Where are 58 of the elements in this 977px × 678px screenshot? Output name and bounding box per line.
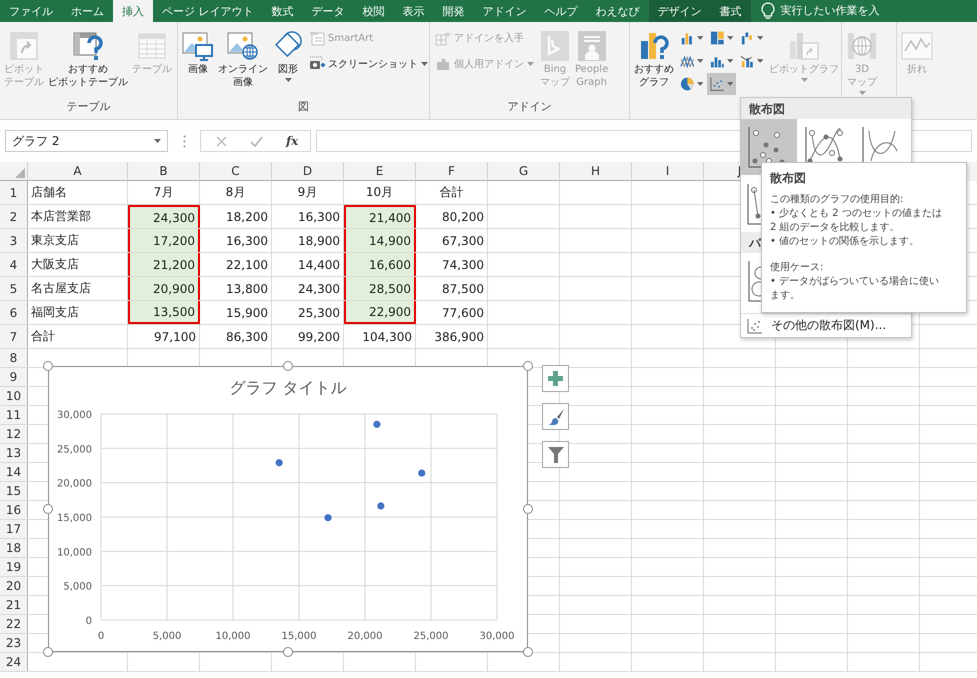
group-label: 図 [298,100,309,113]
table-cell: 74,300 [416,253,488,276]
table-cell: 80,200 [416,205,488,228]
axis-label: 15,000 [282,631,316,642]
table-cell: 10月 [344,181,416,204]
group-label: アドイン [508,100,552,113]
table-cell: 合計 [28,325,128,348]
table-cell: 17,200 [128,229,200,252]
table-cell: 21,200 [128,253,200,276]
axis-label: 0 [86,616,92,627]
table-cell: 18,200 [200,205,272,228]
table-cell: 67,300 [416,229,488,252]
table-cell: 8月 [200,181,272,204]
table-cell: 24,300 [128,205,200,228]
axis-label: 5,000 [152,631,182,642]
axis-label: 0 [98,631,104,642]
axis-label: 20,000 [348,631,382,642]
table-cell: 104,300 [344,325,416,348]
axis-label: 15,000 [57,513,92,524]
axis-label: 30,000 [57,410,92,421]
tooltip-text: • 少なくとも 2 つのセットの値または [770,207,943,221]
group-label: テーブル [66,100,110,113]
table-cell: 9月 [272,181,344,204]
axis-label: 25,000 [414,631,448,642]
menu-section-header: 散布図 [741,98,911,119]
table-cell: 15,900 [200,301,272,324]
table-cell: 合計 [416,181,488,204]
axis-label: 10,000 [216,631,250,642]
table-cell: 店舗名 [28,181,128,204]
chart-title: グラフ タイトル [229,378,347,397]
table-cell: 16,600 [344,253,416,276]
table-cell: 99,200 [272,325,344,348]
table-cell: 87,500 [416,277,488,300]
table-cell: 77,600 [416,301,488,324]
table-cell: 13,500 [128,301,200,324]
table-cell: 7月 [128,181,200,204]
table-cell: 28,500 [344,277,416,300]
axis-label: 30,000 [480,631,514,642]
table-cell: 13,800 [200,277,272,300]
table-cell: 97,100 [128,325,200,348]
tooltip-text: この種類のグラフの使用目的: [770,193,904,207]
axis-label: 10,000 [57,547,92,558]
tooltip-text: 使用ケース: [770,261,824,275]
table-cell: 21,400 [344,205,416,228]
table-cell: 20,900 [128,277,200,300]
tooltip-text: ます。 [770,289,801,303]
axis-label: 25,000 [57,444,92,456]
table-cell: 16,300 [200,229,272,252]
table-cell: 86,300 [200,325,272,348]
axis-label: 20,000 [57,478,92,490]
table-cell: 22,100 [200,253,272,276]
table-cell: 22,900 [344,301,416,324]
table-cell: 14,900 [344,229,416,252]
table-cell: 386,900 [416,325,488,348]
tooltip-title: 散布図 [770,170,807,187]
tooltip-text: • データがばらついている場合に使い [770,275,940,289]
axis-label: 5,000 [63,582,92,593]
tooltip-text: 2 組のデータを比較します。 [770,221,901,235]
